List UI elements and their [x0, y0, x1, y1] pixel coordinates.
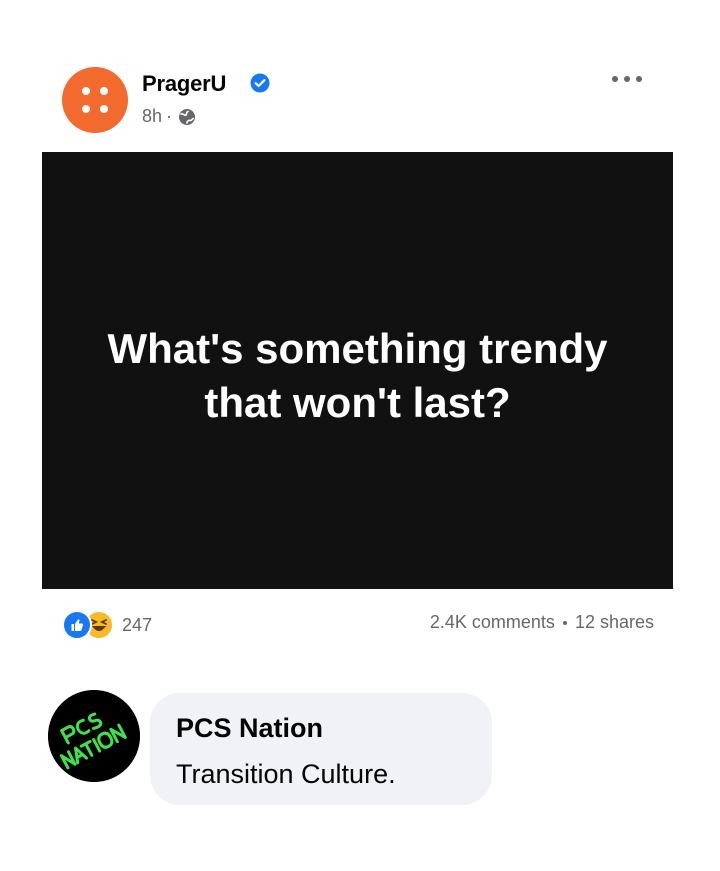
globe-icon: [179, 108, 196, 125]
verified-badge-icon: [250, 73, 270, 93]
comments-count-link[interactable]: 2.4K comments: [430, 612, 555, 633]
post-meta: 8h ·: [142, 106, 196, 127]
logo-dot: [82, 105, 90, 113]
meta-separator: ·: [166, 106, 173, 126]
engagement-summary: 2.4K comments 12 shares: [430, 612, 654, 633]
commenter-avatar[interactable]: [48, 690, 140, 782]
pcs-nation-logo: [48, 690, 140, 782]
more-options-icon[interactable]: [612, 69, 642, 89]
post-header: PragerU 8h ·: [62, 67, 662, 133]
comment-bubble[interactable]: PCS Nation Transition Culture.: [150, 693, 492, 805]
logo-dot: [100, 105, 108, 113]
post-timestamp[interactable]: 8h: [142, 106, 162, 127]
logo-dot: [82, 87, 90, 95]
reactions-summary[interactable]: 247: [62, 610, 152, 640]
logo-dot: [100, 87, 108, 95]
like-reaction-icon: [62, 610, 92, 640]
comment: PCS Nation Transition Culture.: [48, 690, 688, 810]
post-stats: 247 2.4K comments 12 shares: [62, 610, 654, 640]
shares-count-link[interactable]: 12 shares: [575, 612, 654, 633]
post-author-name[interactable]: PragerU: [142, 71, 226, 97]
comment-author-name[interactable]: PCS Nation: [176, 713, 323, 744]
post-text-card[interactable]: What's something trendy that won't last?: [42, 152, 673, 589]
comment-text: Transition Culture.: [176, 759, 396, 789]
separator-dot: [562, 620, 567, 625]
post-card-text: What's something trendy that won't last?: [107, 324, 608, 426]
reaction-count: 247: [122, 614, 153, 635]
page-avatar[interactable]: [62, 67, 128, 133]
